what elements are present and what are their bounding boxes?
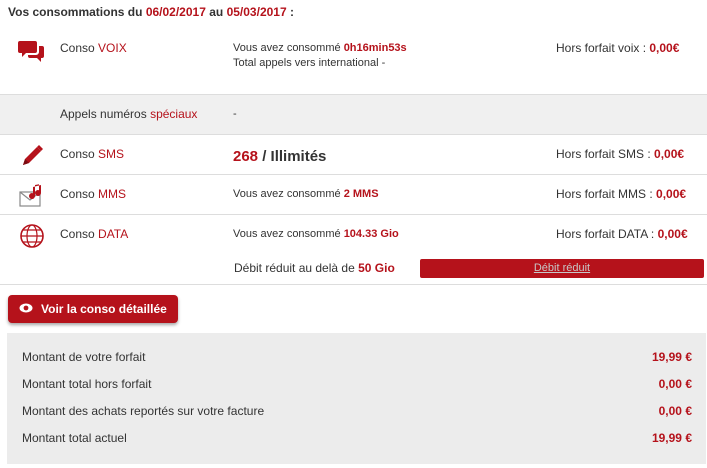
summary-row-value: 0,00 € [658,404,692,418]
voix-label-prefix: Conso [60,41,95,55]
data-consumed-value: 104.33 Gio [343,228,399,240]
data-hors-forfait-label: Hors forfait DATA : [556,227,655,241]
mms-consumed: Vous avez consommé 2 MMS [233,188,379,200]
summary-row-label: Montant de votre forfait [22,350,146,364]
data-consumed-prefix: Vous avez consommé [233,228,341,240]
data-throttle-value: 50 Gio [358,261,395,275]
mms-label: Conso MMS [60,187,126,201]
summary-row: Montant total actuel 19,99 € [22,431,692,445]
voix-row: Conso VOIX Vous avez consommé 0h16min53s… [0,28,707,95]
voix-label: Conso VOIX [60,41,127,55]
view-detailed-consumption-label: Voir la conso détaillée [41,302,167,316]
voix-consumed-value: 0h16min53s [343,42,407,54]
summary-row: Montant total hors forfait 0,00 € [22,377,692,391]
mms-hors-forfait-label: Hors forfait MMS : [556,187,653,201]
summary-row-value: 0,00 € [658,377,692,391]
data-throttle-info: Débit réduit au delà de 50 Gio [234,261,395,275]
speciaux-label-accent: spéciaux [150,107,198,121]
summary-row-value: 19,99 € [651,350,692,364]
sms-hors-forfait-value: 0,00€ [654,147,685,161]
sms-label-prefix: Conso [60,147,95,161]
summary-row-value: 19,99 € [651,431,692,445]
summary-row: Montant des achats reportés sur votre fa… [22,404,692,418]
sms-hors-forfait: Hors forfait SMS : 0,00€ [556,147,684,161]
period-start-date: 06/02/2017 [145,5,206,19]
period-header: Vos consommations du 06/02/2017 au 05/03… [8,5,294,19]
voix-hors-forfait-value: 0,00€ [649,41,680,55]
summary-row-label: Montant total actuel [22,431,127,445]
data-hors-forfait-value: 0,00€ [657,227,688,241]
data-usage-bar-label: Débit réduit [533,262,591,274]
voix-hors-forfait: Hors forfait voix : 0,00€ [556,41,679,55]
mms-consumed-value: 2 MMS [343,188,379,200]
billing-summary-panel: Montant de votre forfait 19,99 € Montant… [7,333,706,464]
summary-row-label: Montant des achats reportés sur votre fa… [22,404,265,418]
voix-hors-forfait-label: Hors forfait voix : [556,41,647,55]
sms-count-value: 268 [233,148,259,165]
period-middle: au [209,5,224,19]
voix-label-accent: VOIX [98,41,127,55]
period-suffix: : [289,5,294,19]
data-label: Conso DATA [60,227,128,241]
envelope-music-icon [18,182,46,210]
mms-hors-forfait: Hors forfait MMS : 0,00€ [556,187,686,201]
voix-consumed: Vous avez consommé 0h16min53s [233,42,407,54]
summary-row-label: Montant total hors forfait [22,377,152,391]
voix-consumed-prefix: Vous avez consommé [233,42,341,54]
data-label-accent: DATA [98,227,129,241]
view-detailed-consumption-button[interactable]: Voir la conso détaillée [8,295,178,323]
mms-label-prefix: Conso [60,187,95,201]
sms-label: Conso SMS [60,147,124,161]
period-prefix: Vos consommations du [8,5,143,19]
mms-hors-forfait-value: 0,00€ [656,187,687,201]
speciaux-row: Appels numéros spéciaux - [0,95,707,135]
voix-international: Total appels vers international - [233,57,386,69]
mms-label-accent: MMS [98,187,127,201]
sms-count-suffix: / Illimités [262,148,327,165]
speciaux-label-prefix: Appels numéros [60,107,147,121]
period-end-date: 05/03/2017 [226,5,287,19]
data-label-prefix: Conso [60,227,95,241]
data-throttle-prefix: Débit réduit au delà de [234,261,355,275]
mms-consumed-prefix: Vous avez consommé [233,188,341,200]
sms-hors-forfait-label: Hors forfait SMS : [556,147,651,161]
data-usage-bar: Débit réduit [420,259,704,278]
sms-row: Conso SMS 268 / Illimités Hors forfait S… [0,135,707,175]
speciaux-label: Appels numéros spéciaux [60,107,197,121]
mms-row: Conso MMS Vous avez consommé 2 MMS Hors … [0,175,707,215]
pencil-icon [20,143,48,171]
summary-row: Montant de votre forfait 19,99 € [22,350,692,364]
sms-label-accent: SMS [98,147,125,161]
globe-icon [18,222,46,250]
sms-count: 268 / Illimités [233,148,326,165]
data-consumed: Vous avez consommé 104.33 Gio [233,228,399,240]
speech-bubbles-icon [18,38,46,66]
speciaux-value: - [233,108,237,120]
eye-icon [19,302,33,317]
data-hors-forfait: Hors forfait DATA : 0,00€ [556,227,688,241]
